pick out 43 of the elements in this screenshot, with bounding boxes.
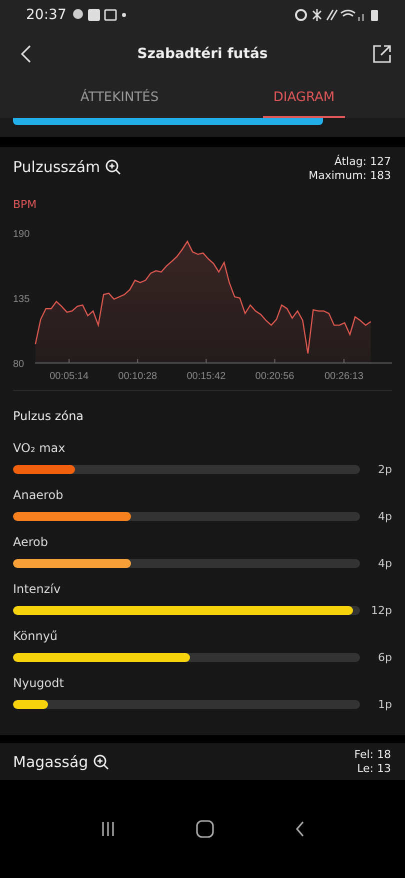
x-tick-label: 00:26:13 (324, 371, 364, 382)
maximum-text: Maximum: 183 (308, 169, 391, 183)
zone-label: Könnyű (13, 629, 58, 643)
zone-duration: 12p (370, 604, 392, 617)
zone-duration: 1p (377, 698, 392, 711)
status-time: 20:37 (26, 7, 66, 23)
zone-label: Anaerob (13, 488, 64, 502)
zone-duration: 4p (377, 510, 392, 523)
card-title: Magasság (13, 752, 88, 770)
section-title: Pulzus zóna (13, 409, 84, 423)
bluetooth-icon (312, 8, 322, 22)
x-tick-label: 00:20:56 (255, 371, 294, 382)
y-tick-label: 190 (13, 229, 30, 240)
zone-label: Nyugodt (13, 676, 64, 690)
axis-unit: BPM (13, 198, 37, 211)
zone-duration: 2p (377, 463, 392, 476)
average-text: Átlag: 127 (334, 155, 391, 169)
home-icon[interactable] (196, 820, 214, 838)
x-tick-label: 00:10:28 (118, 371, 158, 382)
zoom-in-icon[interactable] (105, 159, 122, 175)
app-icon (88, 9, 100, 21)
back-icon[interactable] (294, 821, 305, 837)
battery-icon (371, 10, 378, 21)
x-tick-label: 00:15:42 (186, 371, 226, 382)
zone-duration: 6p (377, 651, 392, 664)
zone-label: VO₂ max (13, 441, 66, 455)
zone-label: Intenzív (13, 582, 61, 596)
y-tick-label: 135 (13, 294, 30, 305)
screen-title: Szabadtéri futás (137, 46, 268, 62)
zone-label: Aerob (13, 535, 48, 549)
card-title: Pulzusszám (13, 158, 100, 176)
signal-icon (358, 14, 364, 21)
zone-duration: 4p (377, 557, 392, 570)
x-tick-label: 00:05:14 (50, 371, 89, 382)
zoom-in-icon[interactable] (93, 754, 110, 770)
dot-icon (122, 13, 126, 17)
descent-text: Le: 13 (357, 762, 391, 776)
recent-apps-icon[interactable] (100, 821, 116, 837)
share-icon[interactable] (373, 45, 391, 63)
tab[interactable]: ÁTTEKINTÉS (36, 78, 203, 118)
y-tick-label: 80 (13, 359, 24, 370)
ascent-text: Fel: 18 (354, 748, 391, 762)
wifi-icon (340, 10, 356, 17)
